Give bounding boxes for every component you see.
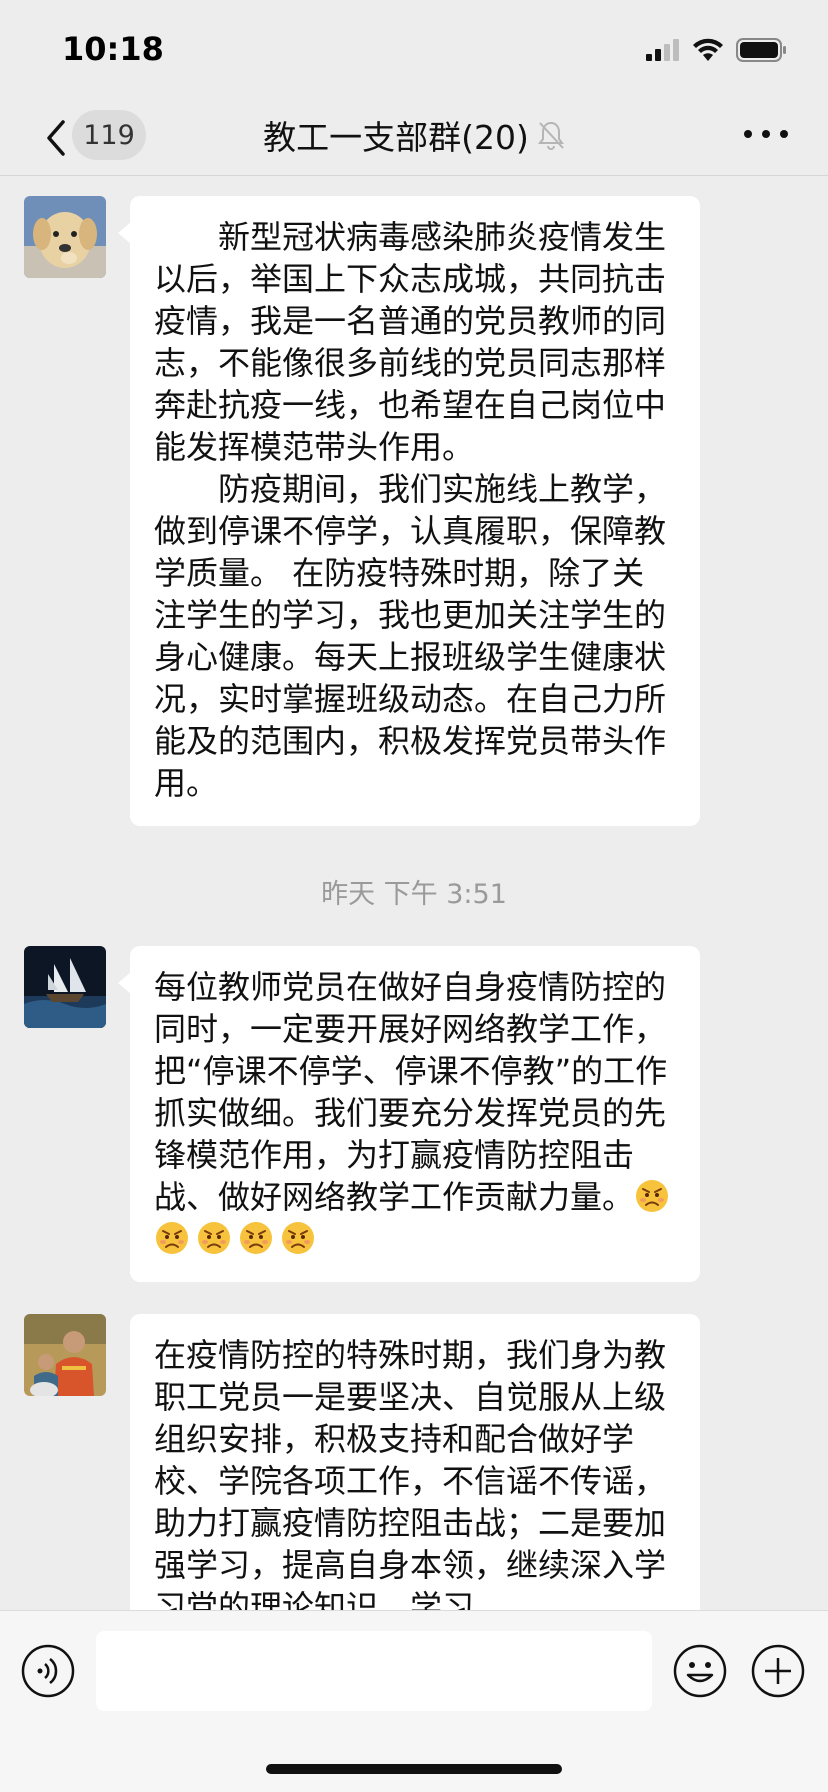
angry-frown-emoji [636,1180,669,1212]
message-bubble[interactable]: 每位教师党员在做好自身疫情防控的同时，一定要开展好网络教学工作，把“停课不停学、… [118,946,700,1282]
emoji-icon [673,1644,727,1698]
chat-nav-bar: 119 教工一支部群(20) [0,100,828,176]
message-bubble[interactable]: 在疫情防控的特殊时期，我们身为教职工党员一是要坚决、自觉服从上级组织安排，积极支… [130,1314,700,1634]
angry-frown-emoji [282,1222,314,1254]
voice-button[interactable] [20,1643,76,1699]
message-paragraph: 新型冠状病毒感染肺炎疫情发生以后，举国上下众志成城，共同抗击疫情，我是一名普通的… [154,218,667,466]
home-indicator [266,1764,562,1774]
signal-icon [646,39,679,61]
voice-icon [21,1644,75,1698]
battery-icon [736,38,786,62]
plus-icon [751,1644,805,1698]
person-photo-avatar-icon [24,1314,106,1396]
sailing-ship-avatar-icon [24,946,106,1028]
mute-bell-icon [537,121,564,150]
status-bar: 10:18 [0,0,828,100]
status-icons [646,36,788,64]
wifi-icon [693,38,723,61]
emoji-button[interactable] [672,1643,728,1699]
angry-frown-emoji [156,1222,188,1254]
more-icon-dot [744,130,752,138]
status-time: 10:18 [62,30,164,68]
avatar[interactable] [24,196,106,278]
chat-title: 教工一支部群(20) [263,118,529,157]
avatar[interactable] [24,1314,106,1396]
more-options-button[interactable] [744,116,788,152]
chat-timestamp: 昨天 下午 3:51 [321,879,507,910]
message-text: 每位教师党员在做好自身疫情防控的同时，一定要开展好网络教学工作，把“停课不停学、… [154,968,668,1216]
message-paragraph: 防疫期间，我们实施线上教学，做到停课不停学，认真履职，保障教学质量。 在防疫特殊… [154,470,667,802]
more-icon-dot [762,130,770,138]
message-text: 在疫情防控的特殊时期，我们身为教职工党员一是要坚决、自觉服从上级组织安排，积极支… [154,1336,667,1626]
puppy-avatar-icon [24,196,106,278]
message-bubble[interactable]: 新型冠状病毒感染肺炎疫情发生以后，举国上下众志成城，共同抗击疫情，我是一名普通的… [118,196,700,826]
chat-title-wrap: 教工一支部群(20) [0,110,828,160]
plus-button[interactable] [750,1643,806,1699]
more-icon-dot [780,130,788,138]
angry-frown-emoji [198,1222,230,1254]
angry-frown-emoji [240,1222,272,1254]
message-input[interactable] [96,1631,652,1711]
avatar[interactable] [24,946,106,1028]
